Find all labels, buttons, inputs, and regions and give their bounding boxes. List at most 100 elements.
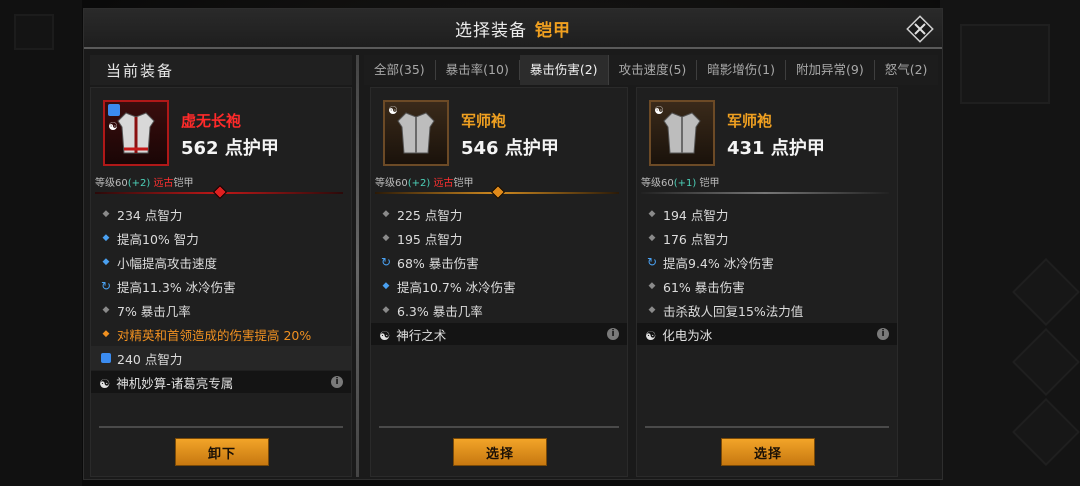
grey-diamond-icon: ◆ [648,305,656,315]
level-tag: 远古 [433,178,454,189]
level-slot: 铠甲 [699,178,720,189]
unequip-button[interactable]: 卸下 [175,438,269,466]
stat-text: 击杀敌人回复15%法力值 [663,303,804,319]
grey-diamond-icon: ◆ [382,209,390,219]
reforge-icon: ↻ [100,279,112,293]
tab-filter[interactable]: 暴击伤害(2) [519,55,609,85]
title-bar: 选择装备 铠甲 [84,9,942,49]
equipment-select-panel: 选择装备 铠甲 当前装备 ☯ 虚无长袍 562 点护甲 等级60(+2) 远古铠… [83,8,943,480]
hud-character-icon [1012,258,1080,326]
rarity-divider [641,192,889,194]
item-armor: 562 点护甲 [181,138,279,159]
stat-row: ◆ 194 点智力 [637,202,897,226]
info-icon[interactable]: i [607,328,619,340]
stat-text: 195 点智力 [397,231,463,247]
stat-row: ↻ 提高11.3% 冰冷伤害 [91,274,351,298]
column-divider [356,55,359,477]
current-equipment-heading: 当前装备 [90,55,352,85]
yinyang-icon: ☯ [388,104,398,117]
right-hud-background [940,0,1080,486]
skill-name: 神行之术 [396,327,447,343]
item-level: 等级60(+1) 铠甲 [641,174,719,189]
close-button[interactable] [904,13,936,45]
stat-row: ↻ 68% 暴击伤害 [371,250,627,274]
stat-text: 225 点智力 [397,207,463,223]
skill-label: ☯ 神机妙算-诸葛亮专属 [99,373,233,392]
gem-icon [99,353,113,363]
stat-row: ◆ 6.3% 暴击几率 [371,298,627,322]
level-slot: 铠甲 [453,178,474,189]
yinyang-icon: ☯ [645,327,657,343]
stat-text: 7% 暴击几率 [117,303,191,319]
stat-text: 240 点智力 [117,351,183,367]
item-armor: 546 点护甲 [461,138,559,159]
grey-diamond-icon: ◆ [102,305,110,315]
stat-text: 对精英和首领造成的伤害提高 20% [117,327,312,343]
grey-diamond-icon: ◆ [102,209,110,219]
card-bottom-divider [99,426,343,428]
tab-filter[interactable]: 暴击率(10) [436,60,520,80]
select-button[interactable]: 选择 [721,438,815,466]
blue-diamond-icon: ◆ [102,257,110,267]
tab-filter[interactable]: 暗影增伤(1) [697,60,786,80]
left-hud-background [0,0,82,486]
stat-text: 68% 暴击伤害 [397,255,479,271]
item-name: 军师袍 [461,112,507,130]
stat-row: 240 点智力 [91,346,351,370]
item-name: 军师袍 [727,112,773,130]
stat-row: ◆ 小幅提高攻击速度 [91,250,351,274]
stat-list: ◆ 194 点智力 ◆ 176 点智力 ↻ 提高9.4% 冰冷伤害 ◆ 61% 暴击伤害 ◆ 击杀… [637,202,897,345]
candidate-item-card[interactable]: ☯ 军师袍 431 点护甲 等级60(+1) 铠甲 ◆ 194 点智力 ◆ 176 点… [636,87,898,477]
hud-map-icon [960,24,1050,104]
stat-row: ◆ 195 点智力 [371,226,627,250]
tab-filter[interactable]: 攻击速度(5) [609,60,698,80]
skill-name: 化电为冰 [662,327,713,343]
level-slot: 铠甲 [173,178,194,189]
skill-label: ☯ 神行之术 [379,325,446,344]
card-bottom-divider [379,426,619,428]
level-bonus: (+2) [407,178,431,189]
legendary-skill-row[interactable]: ☯ 神行之术 i [371,323,627,345]
yinyang-icon: ☯ [654,104,664,117]
socket-gem-icon [108,104,120,116]
blue-diamond-icon: ◆ [102,233,110,243]
item-icon-robe: ☯ [649,100,715,166]
stat-row: ◆ 225 点智力 [371,202,627,226]
stat-text: 194 点智力 [663,207,729,223]
item-armor: 431 点护甲 [727,138,825,159]
stat-row: ◆ 击杀敌人回复15%法力值 [637,298,897,322]
grey-diamond-icon: ◆ [648,209,656,219]
stat-list: ◆ 225 点智力 ◆ 195 点智力 ↻ 68% 暴击伤害 ◆ 提高10.7% 冰冷伤害 ◆ 6… [371,202,627,345]
grey-diamond-icon: ◆ [382,305,390,315]
level-text: 等级60 [641,178,674,189]
title-slot: 铠甲 [535,20,571,41]
stat-text: 提高10% 智力 [117,231,199,247]
stat-text: 6.3% 暴击几率 [397,303,483,319]
stat-text: 提高10.7% 冰冷伤害 [397,279,516,295]
legendary-skill-row[interactable]: ☯ 神机妙算-诸葛亮专属 i [91,371,351,393]
select-button[interactable]: 选择 [453,438,547,466]
stat-row: ◆ 61% 暴击伤害 [637,274,897,298]
info-icon[interactable]: i [331,376,343,388]
rarity-diamond-icon [212,184,228,200]
card-bottom-divider [645,426,889,428]
rarity-divider [375,184,619,200]
orange-diamond-icon: ◆ [102,329,110,339]
item-icon-robe: ☯ [103,100,169,166]
level-bonus: (+2) [127,178,151,189]
legendary-skill-row[interactable]: ☯ 化电为冰 i [637,323,897,345]
tab-filter[interactable]: 全部(35) [364,60,436,80]
reforge-icon: ↻ [380,255,392,269]
tab-filter[interactable]: 怒气(2) [875,60,938,80]
candidate-item-card[interactable]: ☯ 军师袍 546 点护甲 等级60(+2) 远古铠甲 ◆ 225 点智力 ◆ 195… [370,87,628,477]
item-name: 虚无长袍 [181,112,242,130]
stat-text: 176 点智力 [663,231,729,247]
current-item-card: ☯ 虚无长袍 562 点护甲 等级60(+2) 远古铠甲 ◆ 234 点智力 ◆ 提高… [90,87,352,477]
tab-filter[interactable]: 附加异常(9) [786,60,875,80]
stat-row: ◆ 7% 暴击几率 [91,298,351,322]
reforge-icon: ↻ [646,255,658,269]
stat-text: 提高9.4% 冰冷伤害 [663,255,774,271]
info-icon[interactable]: i [877,328,889,340]
stat-list: ◆ 234 点智力 ◆ 提高10% 智力 ◆ 小幅提高攻击速度 ↻ 提高11.3% 冰冷伤害 ◆… [91,202,351,393]
stat-row: ◆ 234 点智力 [91,202,351,226]
